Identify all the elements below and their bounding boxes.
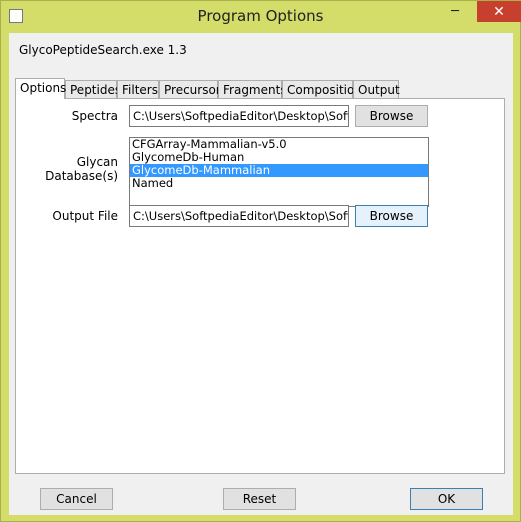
spectra-path-input[interactable]: C:\Users\SoftpediaEditor\Desktop\Softped… [129,105,349,127]
cancel-button[interactable]: Cancel [40,488,113,510]
app-version-label: GlycoPeptideSearch.exe 1.3 [19,43,187,57]
dialog-client-area: GlycoPeptideSearch.exe 1.3 Options Pepti… [9,33,513,515]
reset-button[interactable]: Reset [223,488,296,510]
minimize-button[interactable]: ─ [442,1,468,22]
program-options-window: Program Options ─ ✕ GlycoPeptideSearch.e… [0,0,521,522]
glycan-database-list[interactable]: CFGArray-Mammalian-v5.0 GlycomeDb-Human … [129,137,429,207]
spectra-label: Spectra [71,109,118,123]
tab-filters[interactable]: Filters [117,80,159,98]
list-item[interactable]: Named [130,177,428,190]
close-button[interactable]: ✕ [477,1,521,22]
minimize-icon: ─ [451,4,459,19]
output-file-label: Output File [52,209,118,223]
output-browse-button[interactable]: Browse [355,205,428,227]
spectra-browse-button[interactable]: Browse [355,105,428,127]
tab-composition[interactable]: Composition [282,80,362,98]
options-panel: Spectra C:\Users\SoftpediaEditor\Desktop… [15,98,505,474]
tab-fragments[interactable]: Fragments [218,80,287,98]
output-file-path-input[interactable]: C:\Users\SoftpediaEditor\Desktop\Softped… [129,205,349,227]
tab-options[interactable]: Options [15,78,66,99]
list-item[interactable]: GlycomeDb-Mammalian [130,164,428,177]
tab-precursor[interactable]: Precursor [159,80,221,98]
tab-output[interactable]: Output [353,80,400,98]
tab-peptides[interactable]: Peptides [65,80,121,98]
title-bar[interactable]: Program Options ─ ✕ [1,1,521,33]
ok-button[interactable]: OK [410,488,483,510]
close-icon: ✕ [493,3,505,20]
glycan-database-label: Glycan Database(s) [45,155,118,183]
